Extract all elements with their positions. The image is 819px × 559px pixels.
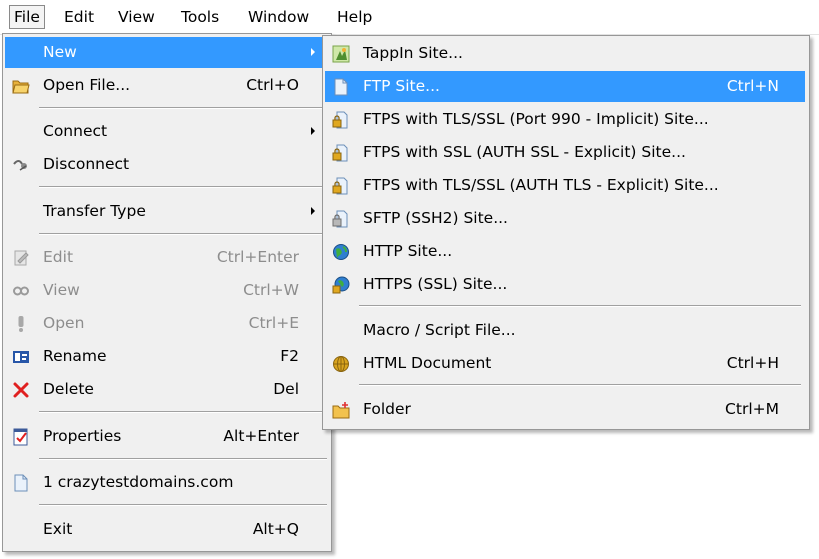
new-macro-script-file-label: Macro / Script File... [363, 321, 516, 339]
menu-edit[interactable]: Edit [60, 6, 98, 28]
properties-icon [13, 428, 28, 446]
new-ftps-auth-ssl-site-label: FTPS with SSL (AUTH SSL - Explicit) Site… [363, 143, 686, 161]
new-tappin-site[interactable]: TappIn Site... [325, 38, 805, 69]
new-sftp-site[interactable]: SFTP (SSH2) Site... [325, 203, 805, 234]
file-menu-connect[interactable]: Connect [5, 116, 327, 147]
file-menu-open-label: Open [43, 314, 85, 332]
file-menu-open-shortcut: Ctrl+E [248, 314, 299, 332]
file-menu-delete-label: Delete [43, 380, 94, 398]
new-ftps-auth-ssl-site[interactable]: FTPS with SSL (AUTH SSL - Explicit) Site… [325, 137, 805, 168]
file-menu-edit-shortcut: Ctrl+Enter [216, 248, 299, 266]
file-menu-edit[interactable]: Edit Ctrl+Enter [5, 242, 327, 273]
submenu-arrow-icon [311, 127, 315, 135]
file-menu-delete-shortcut: Del [273, 380, 299, 398]
submenu-arrow-icon [311, 48, 315, 56]
new-html-document[interactable]: HTML Document Ctrl+H [325, 348, 805, 379]
file-menu-open-file-shortcut: Ctrl+O [246, 76, 299, 94]
new-submenu: TappIn Site... FTP Site... Ctrl+N FTPS w… [322, 35, 810, 430]
file-menu-view-shortcut: Ctrl+W [243, 281, 299, 299]
file-menu-open-file[interactable]: Open File... Ctrl+O [5, 70, 327, 101]
html-icon [333, 356, 349, 372]
file-menu-view[interactable]: View Ctrl+W [5, 275, 327, 306]
menu-separator [39, 233, 327, 235]
new-folder-icon [332, 402, 350, 419]
menu-window[interactable]: Window [244, 6, 313, 28]
menu-separator [359, 384, 801, 386]
menu-help[interactable]: Help [333, 6, 376, 28]
file-menu-disconnect[interactable]: Disconnect [5, 149, 327, 180]
globe-icon [333, 244, 349, 260]
file-menu-edit-label: Edit [43, 248, 74, 266]
view-icon [13, 286, 29, 296]
file-menu-disconnect-label: Disconnect [43, 155, 130, 173]
new-html-document-label: HTML Document [363, 354, 492, 372]
file-menu-new-label: New [43, 43, 77, 61]
lock-document-icon [332, 111, 348, 129]
menu-separator [39, 458, 327, 460]
file-menu-recent-1[interactable]: 1 crazytestdomains.com [5, 467, 327, 498]
file-menu: New Open File... Ctrl+O Connect Disconne… [2, 33, 332, 552]
new-html-document-shortcut: Ctrl+H [726, 354, 779, 372]
new-tappin-site-label: TappIn Site... [363, 44, 463, 62]
file-menu-transfer-type-label: Transfer Type [43, 202, 146, 220]
secure-globe-icon [332, 276, 350, 294]
menu-separator [39, 411, 327, 413]
menu-separator [359, 305, 801, 307]
new-ftp-site-label: FTP Site... [363, 77, 440, 95]
menu-file[interactable]: File [9, 5, 45, 29]
menu-tools[interactable]: Tools [177, 6, 223, 28]
new-folder-label: Folder [363, 400, 411, 418]
rename-icon [13, 351, 29, 363]
lock-document-icon [332, 210, 348, 228]
new-ftp-site[interactable]: FTP Site... Ctrl+N [325, 71, 805, 102]
new-ftps-auth-tls-site[interactable]: FTPS with TLS/SSL (AUTH TLS - Explicit) … [325, 170, 805, 201]
menu-separator [39, 504, 327, 506]
lock-document-icon [332, 144, 348, 162]
new-ftp-site-shortcut: Ctrl+N [726, 77, 779, 95]
file-menu-connect-label: Connect [43, 122, 108, 140]
open-icon [18, 316, 24, 332]
edit-icon [14, 250, 29, 266]
menu-separator [39, 186, 327, 188]
file-menu-open-file-label: Open File... [43, 76, 131, 94]
document-icon [14, 474, 28, 492]
file-menu-properties-label: Properties [43, 427, 122, 445]
open-folder-icon [12, 80, 30, 94]
file-menu-properties[interactable]: Properties Alt+Enter [5, 421, 327, 452]
tappin-icon [332, 45, 350, 63]
new-http-site[interactable]: HTTP Site... [325, 236, 805, 267]
new-sftp-site-label: SFTP (SSH2) Site... [363, 209, 508, 227]
new-https-site-label: HTTPS (SSL) Site... [363, 275, 508, 293]
file-menu-delete[interactable]: Delete Del [5, 374, 327, 405]
file-menu-exit-label: Exit [43, 520, 73, 538]
submenu-arrow-icon [311, 207, 315, 215]
lock-document-icon [332, 177, 348, 195]
new-ftps-implicit-site[interactable]: FTPS with TLS/SSL (Port 990 - Implicit) … [325, 104, 805, 135]
file-menu-properties-shortcut: Alt+Enter [223, 427, 299, 445]
file-menu-rename-shortcut: F2 [280, 347, 299, 365]
new-ftps-implicit-site-label: FTPS with TLS/SSL (Port 990 - Implicit) … [363, 110, 709, 128]
file-menu-recent-1-label: 1 crazytestdomains.com [43, 473, 234, 491]
file-menu-exit-shortcut: Alt+Q [252, 520, 299, 538]
file-menu-open[interactable]: Open Ctrl+E [5, 308, 327, 339]
new-https-site[interactable]: HTTPS (SSL) Site... [325, 269, 805, 300]
new-folder-shortcut: Ctrl+M [725, 400, 779, 418]
file-menu-view-label: View [43, 281, 80, 299]
file-menu-new[interactable]: New [5, 37, 327, 68]
menu-bar: File Edit View Tools Window Help [0, 0, 819, 35]
menu-separator [39, 107, 327, 109]
delete-icon [13, 382, 29, 398]
disconnect-icon [13, 160, 27, 171]
new-http-site-label: HTTP Site... [363, 242, 453, 260]
file-menu-transfer-type[interactable]: Transfer Type [5, 196, 327, 227]
new-macro-script-file[interactable]: Macro / Script File... [325, 315, 805, 346]
file-menu-exit[interactable]: Exit Alt+Q [5, 514, 327, 545]
document-icon [334, 78, 348, 96]
new-folder[interactable]: Folder Ctrl+M [325, 394, 805, 425]
menu-view[interactable]: View [114, 6, 159, 28]
file-menu-rename[interactable]: Rename F2 [5, 341, 327, 372]
file-menu-rename-label: Rename [43, 347, 107, 365]
new-ftps-auth-tls-site-label: FTPS with TLS/SSL (AUTH TLS - Explicit) … [363, 176, 719, 194]
